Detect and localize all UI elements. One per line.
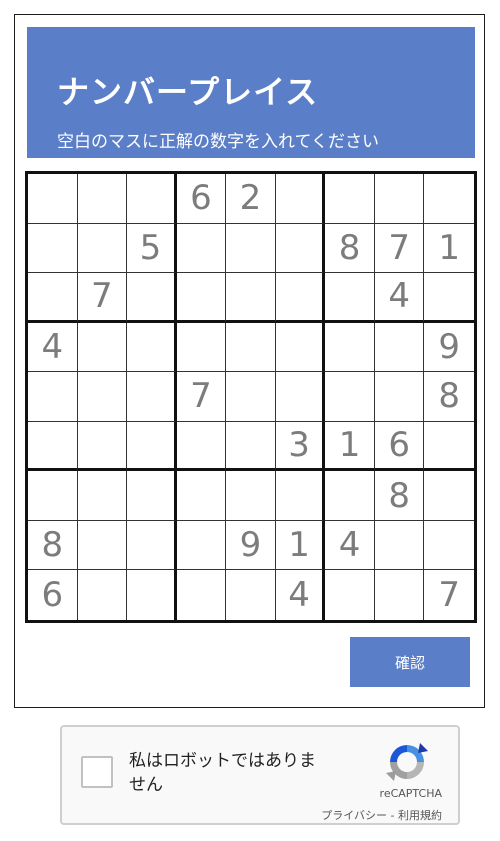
sudoku-cell[interactable] (176, 223, 227, 274)
sudoku-cell[interactable] (275, 471, 326, 521)
sudoku-cell[interactable] (127, 273, 177, 323)
page-title: ナンバープレイス (57, 73, 319, 111)
sudoku-cell[interactable]: 4 (325, 520, 375, 571)
sudoku-cell[interactable] (77, 471, 128, 521)
sudoku-cell[interactable] (325, 471, 375, 521)
sudoku-cell[interactable] (226, 223, 276, 274)
link-separator: - (387, 809, 398, 822)
sudoku-cell[interactable] (226, 322, 276, 373)
sudoku-cell[interactable] (275, 174, 326, 224)
sudoku-cell[interactable]: 1 (275, 520, 326, 571)
sudoku-cell[interactable] (226, 372, 276, 422)
sudoku-cell[interactable] (325, 273, 375, 323)
sudoku-cell[interactable] (325, 322, 375, 373)
sudoku-cell[interactable]: 4 (276, 570, 326, 620)
recaptcha-links: プライバシー - 利用規約 (321, 807, 442, 823)
sudoku-cell[interactable] (424, 273, 474, 323)
sudoku-cell[interactable] (424, 521, 474, 571)
sudoku-cell[interactable]: 5 (127, 223, 177, 274)
sudoku-cell[interactable] (275, 223, 326, 274)
sudoku-cell[interactable] (226, 471, 276, 521)
sudoku-cell[interactable] (375, 570, 425, 620)
sudoku-cell[interactable] (177, 570, 227, 620)
confirm-button[interactable]: 確認 (350, 637, 470, 687)
sudoku-card: ナンバープレイス 空白のマスに正解の数字を入れてください 62587174497… (14, 14, 485, 708)
sudoku-cell[interactable] (176, 322, 227, 373)
sudoku-cell[interactable] (325, 372, 375, 422)
sudoku-cell[interactable] (77, 174, 128, 224)
sudoku-cell[interactable] (28, 174, 78, 224)
sudoku-cell[interactable]: 7 (424, 570, 474, 620)
recaptcha-checkbox[interactable] (81, 756, 113, 788)
sudoku-cell[interactable] (28, 273, 78, 323)
sudoku-cell[interactable]: 7 (176, 372, 227, 422)
sudoku-cell[interactable] (127, 421, 177, 472)
sudoku-cell[interactable] (127, 520, 177, 571)
sudoku-cell[interactable]: 9 (226, 520, 276, 571)
sudoku-cell[interactable] (275, 322, 326, 373)
sudoku-cell[interactable] (226, 421, 276, 472)
recaptcha-brand: reCAPTCHA (379, 787, 442, 800)
sudoku-cell[interactable]: 1 (424, 224, 474, 274)
sudoku-cell[interactable]: 8 (325, 223, 375, 274)
sudoku-cell[interactable]: 1 (325, 421, 375, 472)
sudoku-cell[interactable] (424, 471, 474, 521)
sudoku-cell[interactable]: 9 (424, 323, 474, 373)
sudoku-cell[interactable] (275, 372, 326, 422)
recaptcha-logo-icon (386, 743, 428, 781)
sudoku-cell[interactable] (374, 322, 425, 373)
sudoku-cell[interactable]: 8 (28, 520, 78, 571)
sudoku-cell[interactable] (275, 273, 326, 323)
sudoku-cell[interactable]: 8 (374, 471, 425, 521)
sudoku-cell[interactable] (127, 372, 177, 422)
sudoku-cell[interactable] (28, 223, 78, 274)
sudoku-cell[interactable] (77, 520, 128, 571)
sudoku-cell[interactable]: 6 (176, 174, 227, 224)
terms-link[interactable]: 利用規約 (398, 809, 442, 822)
privacy-link[interactable]: プライバシー (321, 809, 387, 822)
page-subtitle: 空白のマスに正解の数字を入れてください (57, 132, 379, 152)
sudoku-grid: 62587174497831688914647 (25, 171, 477, 623)
sudoku-cell[interactable] (374, 372, 425, 422)
sudoku-cell[interactable]: 8 (424, 372, 474, 422)
sudoku-cell[interactable] (78, 570, 128, 620)
sudoku-cell[interactable] (176, 421, 227, 472)
sudoku-cell[interactable]: 6 (374, 421, 425, 472)
sudoku-cell[interactable] (374, 520, 425, 571)
sudoku-cell[interactable] (77, 372, 128, 422)
recaptcha-label: 私はロボットではありません (129, 751, 316, 795)
sudoku-cell[interactable]: 7 (77, 273, 128, 323)
sudoku-cell[interactable] (28, 372, 78, 422)
sudoku-cell[interactable] (226, 273, 276, 323)
sudoku-cell[interactable] (28, 421, 78, 472)
sudoku-cell[interactable] (424, 422, 474, 472)
sudoku-cell[interactable] (424, 174, 474, 224)
sudoku-cell[interactable] (127, 471, 177, 521)
sudoku-cell[interactable] (77, 223, 128, 274)
sudoku-cell[interactable]: 2 (226, 174, 276, 224)
recaptcha-widget: 私はロボットではありません reCAPTCHA プライバシー - 利用規約 (60, 725, 460, 825)
sudoku-cell[interactable]: 4 (374, 273, 425, 323)
sudoku-cell[interactable]: 4 (28, 322, 78, 373)
sudoku-cell[interactable] (77, 421, 128, 472)
sudoku-cell[interactable] (176, 471, 227, 521)
sudoku-cell[interactable] (226, 570, 276, 620)
header-banner: ナンバープレイス 空白のマスに正解の数字を入れてください (27, 27, 475, 158)
sudoku-cell[interactable] (325, 570, 375, 620)
sudoku-cell[interactable] (176, 273, 227, 323)
sudoku-cell[interactable] (127, 570, 177, 620)
sudoku-cell[interactable] (127, 322, 177, 373)
sudoku-cell[interactable] (127, 174, 177, 224)
sudoku-cell[interactable] (77, 322, 128, 373)
sudoku-cell[interactable] (176, 520, 227, 571)
sudoku-cell[interactable]: 6 (28, 570, 78, 620)
sudoku-cell[interactable] (28, 471, 78, 521)
sudoku-cell[interactable]: 3 (275, 421, 326, 472)
sudoku-cell[interactable] (325, 174, 375, 224)
sudoku-cell[interactable]: 7 (374, 223, 425, 274)
sudoku-cell[interactable] (374, 174, 425, 224)
